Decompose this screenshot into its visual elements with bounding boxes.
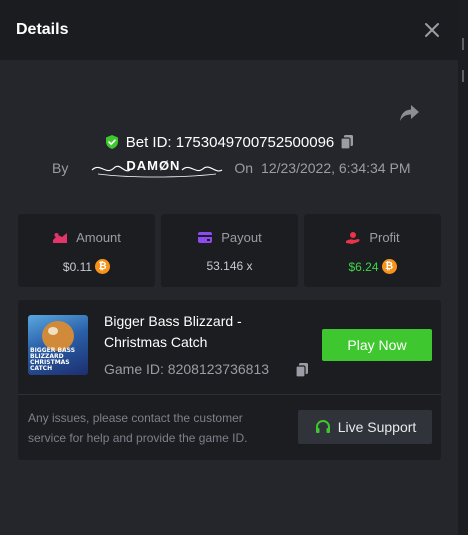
amount-icon [53,232,68,243]
bet-meta-row: By DAMØN On 12/23/2022, 6:34:34 PM [52,158,410,178]
modal-header: Details [0,0,458,60]
share-button[interactable] [398,102,422,124]
game-name[interactable]: Bigger Bass Blizzard - Christmas Catch [104,311,284,353]
stat-label: Profit [369,230,400,245]
copy-icon[interactable] [295,362,309,378]
game-panel: BIGGER BASS BLIZZARD CHRISTMAS CATCH Big… [18,300,441,460]
share-icon [400,105,419,121]
copy-icon[interactable] [340,134,354,150]
game-thumbnail-logo: BIGGER BASS BLIZZARD CHRISTMAS CATCH [30,347,76,372]
game-id: Game ID: 8208123736813 [104,361,270,377]
bitcoin-icon: ₿ [95,259,111,274]
stat-value: $0.11 [62,259,93,274]
stat-card-amount: Amount $0.11 ₿ [18,214,155,287]
stat-value: 53.146 x [206,259,253,273]
stat-card-payout: Payout 53.146 x [161,214,298,287]
by-label: By [52,160,69,176]
username-text: DAMØN [126,158,181,173]
game-thumbnail[interactable]: BIGGER BASS BLIZZARD CHRISTMAS CATCH [28,315,88,375]
username[interactable]: DAMØN [90,158,224,178]
stat-label: Amount [76,230,121,245]
divider [18,394,441,395]
live-support-button[interactable]: Live Support [298,410,432,444]
play-now-button[interactable]: Play Now [322,329,432,361]
on-label: On [234,160,254,176]
scrollbar[interactable] [458,0,468,535]
stat-card-profit: Profit $6.24 ₿ [304,214,441,287]
bet-id: Bet ID: 1753049700752500096 [125,133,335,151]
bitcoin-icon: ₿ [381,259,397,274]
bet-date: 12/23/2022, 6:34:34 PM [261,160,411,176]
stat-value: $6.24 [348,259,379,274]
profit-hand-icon [346,231,360,244]
stat-label: Payout [221,230,262,245]
support-message: Any issues, please contact the customer … [28,411,248,445]
modal-title: Details [16,21,69,38]
card-icon [198,232,213,243]
verified-shield-icon [105,135,118,149]
close-button[interactable] [422,20,442,40]
bet-id-row: Bet ID: 1753049700752500096 [0,132,458,152]
headset-icon [315,419,330,433]
close-icon [425,23,439,37]
details-modal: Details Bet ID: 1753049700752500096 By D… [0,0,468,535]
live-support-label: Live Support [337,419,417,435]
